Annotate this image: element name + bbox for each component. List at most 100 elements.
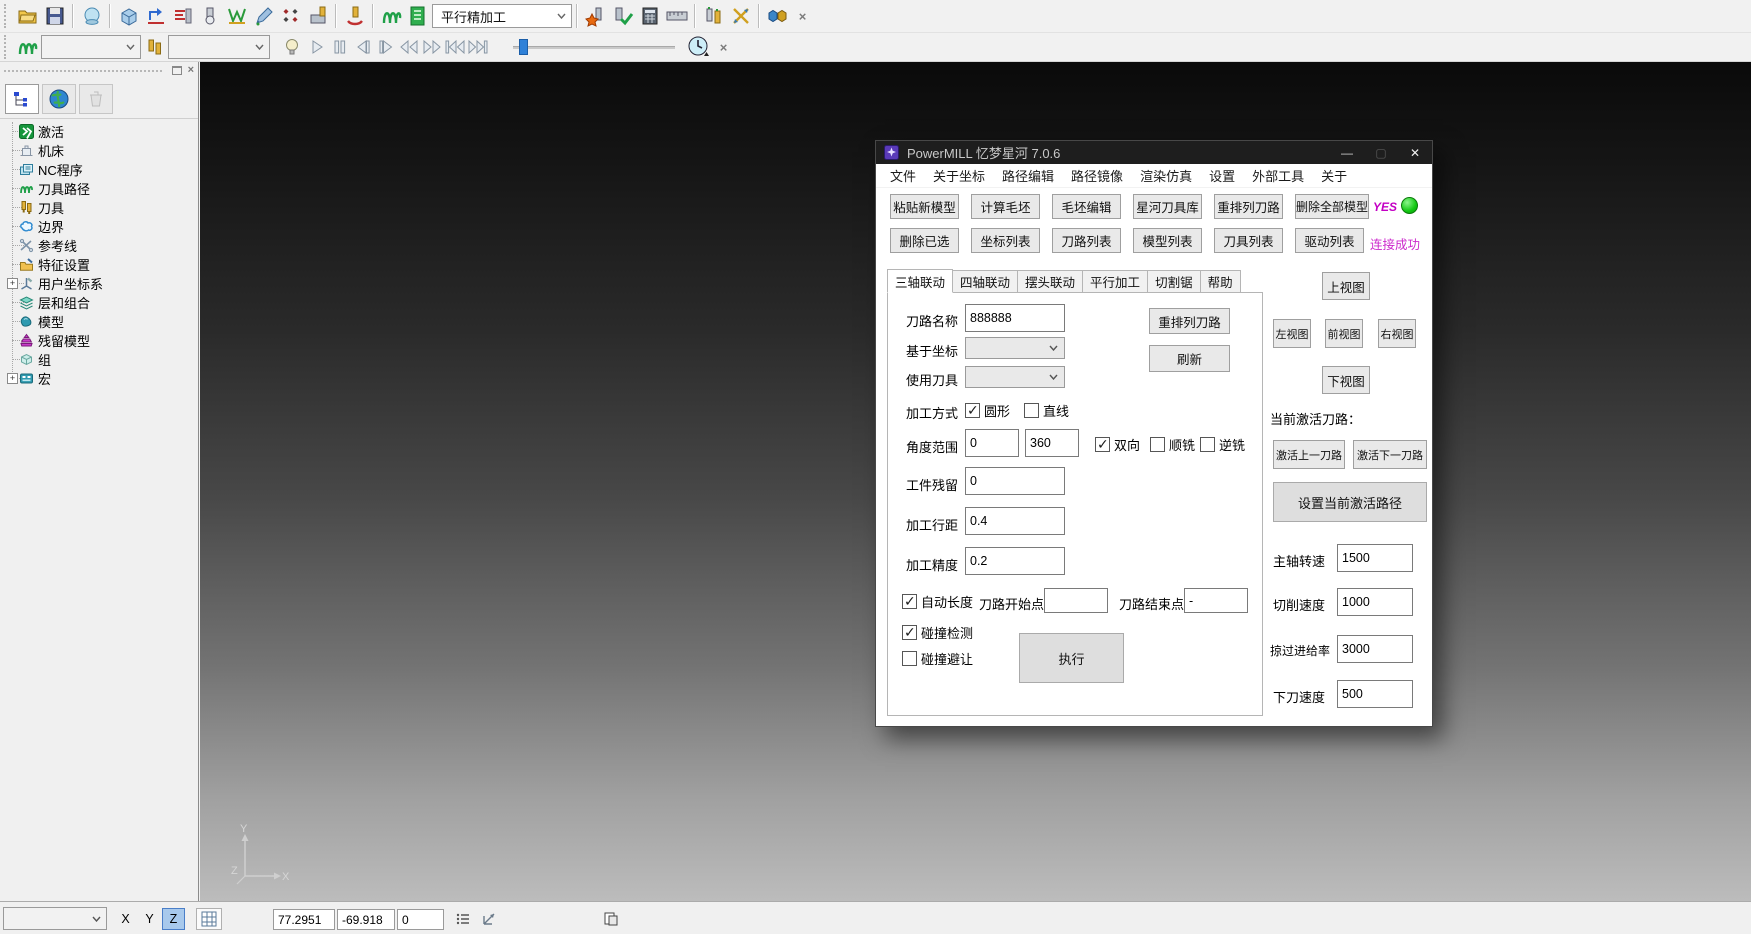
menu-file[interactable]: 文件: [890, 166, 916, 185]
skim-feed-input[interactable]: [1337, 635, 1413, 663]
cross-section-button[interactable]: [727, 3, 754, 30]
tool-change-button[interactable]: [700, 3, 727, 30]
shaded-view-button[interactable]: [78, 3, 105, 30]
tab-saw[interactable]: 切割锯: [1148, 270, 1201, 293]
menu-render-sim[interactable]: 渲染仿真: [1140, 166, 1192, 185]
axis-y-button[interactable]: Y: [138, 908, 161, 930]
model-list-button[interactable]: 模型列表: [1133, 228, 1202, 253]
delete-all-models-button[interactable]: 删除全部模型: [1295, 194, 1369, 219]
tolerance-input[interactable]: [965, 547, 1065, 575]
sim-toolbar-close-button[interactable]: ×: [712, 36, 735, 59]
calc-block-button[interactable]: 计算毛坯: [971, 194, 1040, 219]
circle-checkbox[interactable]: 圆形: [965, 401, 1010, 420]
sim-speed-slider[interactable]: [509, 36, 679, 58]
sim-step-forward-button[interactable]: [374, 36, 397, 59]
tree-item-patterns[interactable]: 参考线: [6, 236, 196, 255]
sim-clock-button[interactable]: [685, 34, 712, 61]
tree-item-featuresets[interactable]: 特征设置: [6, 255, 196, 274]
toolpath-check-button[interactable]: [609, 3, 636, 30]
tab-4axis[interactable]: 四轴联动: [953, 270, 1018, 293]
stepover-input[interactable]: [965, 507, 1065, 535]
tree-item-workplanes[interactable]: + 用户坐标系: [6, 274, 196, 293]
panel-tab-world[interactable]: [42, 84, 76, 114]
sim-rewind-button[interactable]: [397, 36, 420, 59]
collision-check-checkbox[interactable]: 碰撞检测: [902, 623, 973, 642]
dialog-close-button[interactable]: ✕: [1398, 141, 1432, 164]
tree-item-ncprograms[interactable]: NC程序: [6, 160, 196, 179]
auto-length-checkbox[interactable]: 自动长度: [902, 592, 973, 611]
drive-list-button[interactable]: 驱动列表: [1295, 228, 1364, 253]
expand-plus-icon[interactable]: +: [7, 278, 18, 289]
status-workplane-combobox[interactable]: [3, 907, 107, 930]
top-view-button[interactable]: 上视图: [1322, 272, 1370, 300]
bidirectional-checkbox[interactable]: 双向: [1095, 435, 1140, 454]
angle-max-input[interactable]: [1025, 429, 1079, 457]
expand-plus-icon[interactable]: +: [7, 373, 18, 384]
refresh-button[interactable]: 刷新: [1149, 345, 1230, 372]
tree-item-groups[interactable]: 组: [6, 350, 196, 369]
rapid-heights-button[interactable]: [142, 3, 169, 30]
sim-pause-button[interactable]: [328, 36, 351, 59]
menu-settings[interactable]: 设置: [1209, 166, 1235, 185]
collision-avoid-checkbox[interactable]: 碰撞避让: [902, 649, 973, 668]
coord-list-button[interactable]: [452, 908, 474, 930]
simulate-tool-button[interactable]: [341, 3, 368, 30]
use-tool-select[interactable]: [965, 366, 1065, 388]
toolpath-name-input[interactable]: [965, 304, 1065, 332]
tree-item-active[interactable]: 激活: [6, 122, 196, 141]
tree-item-tools[interactable]: 刀具: [6, 198, 196, 217]
bottom-view-button[interactable]: 下视图: [1322, 366, 1370, 394]
slider-handle[interactable]: [519, 39, 528, 55]
toolpath-list-button[interactable]: 刀路列表: [1052, 228, 1121, 253]
tab-3axis[interactable]: 三轴联动: [887, 269, 953, 293]
axis-z-button[interactable]: Z: [162, 908, 185, 930]
coord-base-select[interactable]: [965, 337, 1065, 359]
tool-button[interactable]: [196, 3, 223, 30]
tree-item-macros[interactable]: + 宏: [6, 369, 196, 388]
sim-toolpath-button[interactable]: [14, 34, 41, 61]
feeds-speeds-button[interactable]: [169, 3, 196, 30]
menu-coords[interactable]: 关于坐标: [933, 166, 985, 185]
calculator-button[interactable]: [636, 3, 663, 30]
toolbar-grip[interactable]: [4, 35, 9, 59]
menu-path-edit[interactable]: 路径编辑: [1002, 166, 1054, 185]
panel-grip[interactable]: [4, 70, 162, 72]
compare-models-button[interactable]: [764, 3, 791, 30]
sim-toolpath-combobox[interactable]: [41, 35, 141, 59]
open-project-button[interactable]: [14, 3, 41, 30]
tree-item-models[interactable]: 模型: [6, 312, 196, 331]
tree-item-toolpaths[interactable]: 刀具路径: [6, 179, 196, 198]
block-button[interactable]: [115, 3, 142, 30]
multi-view-button[interactable]: [598, 908, 624, 930]
maximize-button[interactable]: ▢: [1364, 141, 1398, 164]
menu-path-mirror[interactable]: 路径镜像: [1071, 166, 1123, 185]
reorder-toolpath-button-2[interactable]: 重排列刀路: [1149, 308, 1230, 334]
paste-model-button[interactable]: 粘贴新模型: [890, 194, 959, 219]
sim-tool-button[interactable]: [141, 34, 168, 61]
measure-button[interactable]: [663, 3, 690, 30]
front-view-button[interactable]: 前视图: [1325, 319, 1363, 348]
menu-external-tools[interactable]: 外部工具: [1252, 166, 1304, 185]
dialog-titlebar[interactable]: PowerMILL 忆梦星河 7.0.6 — ▢ ✕: [876, 141, 1432, 164]
panel-float-icon[interactable]: [172, 66, 182, 75]
stock-left-input[interactable]: [965, 467, 1065, 495]
sim-fastforward-button[interactable]: [420, 36, 443, 59]
left-view-button[interactable]: 左视图: [1273, 319, 1311, 348]
strategy-combobox[interactable]: 平行精加工: [432, 4, 572, 28]
right-view-button[interactable]: 右视图: [1378, 319, 1416, 348]
viewport-3d[interactable]: Y X Z PowerMILL 忆梦星河 7.0.6 — ▢ ✕ 文件 关于坐标…: [200, 62, 1751, 901]
activate-next-toolpath-button[interactable]: 激活下一刀路: [1353, 440, 1427, 469]
sim-play-button[interactable]: [305, 36, 328, 59]
angle-min-input[interactable]: [965, 429, 1019, 457]
ncprogram-tool-button[interactable]: [304, 3, 331, 30]
coord-x-input[interactable]: [273, 909, 335, 930]
toolpath-button[interactable]: [378, 3, 405, 30]
block-edit-button[interactable]: 毛坯编辑: [1052, 194, 1121, 219]
tab-help[interactable]: 帮助: [1201, 270, 1241, 293]
save-project-button[interactable]: [41, 3, 68, 30]
tree-item-boundaries[interactable]: 边界: [6, 217, 196, 236]
line-checkbox[interactable]: 直线: [1024, 401, 1069, 420]
climb-mill-checkbox[interactable]: 顺铣: [1150, 435, 1195, 454]
tree-item-levels[interactable]: 层和组合: [6, 293, 196, 312]
sim-tool-combobox[interactable]: [168, 35, 270, 59]
